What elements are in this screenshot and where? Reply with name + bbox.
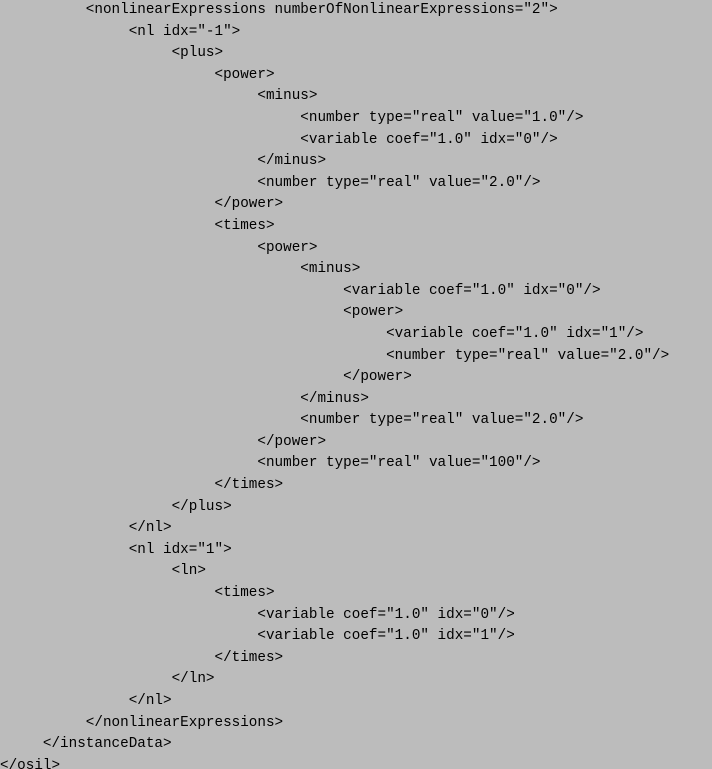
code-line: <number type="real" value="1.0"/>	[0, 110, 583, 126]
code-line: <nl idx="-1">	[0, 24, 240, 40]
code-line: </power>	[0, 434, 326, 450]
code-line: <variable coef="1.0" idx="1"/>	[0, 326, 643, 342]
code-line: </osil>	[0, 758, 60, 769]
code-line: <minus>	[0, 88, 317, 104]
code-line: </plus>	[0, 499, 232, 515]
code-line: </nl>	[0, 693, 172, 709]
code-line: </minus>	[0, 391, 369, 407]
code-line: </nl>	[0, 520, 172, 536]
code-line: </power>	[0, 369, 412, 385]
code-line: <power>	[0, 304, 403, 320]
code-line: <number type="real" value="2.0"/>	[0, 412, 583, 428]
code-line: </power>	[0, 196, 283, 212]
code-line: </times>	[0, 650, 283, 666]
code-line: </times>	[0, 477, 283, 493]
code-line: </nonlinearExpressions>	[0, 715, 283, 731]
code-line: <minus>	[0, 261, 360, 277]
code-line: <times>	[0, 218, 275, 234]
code-line: <times>	[0, 585, 275, 601]
code-line: <variable coef="1.0" idx="0"/>	[0, 132, 558, 148]
code-line: </ln>	[0, 671, 215, 687]
code-line: <variable coef="1.0" idx="1"/>	[0, 628, 515, 644]
code-line: </instanceData>	[0, 736, 172, 752]
code-line: <number type="real" value="100"/>	[0, 455, 541, 471]
code-line: <number type="real" value="2.0"/>	[0, 348, 669, 364]
code-line: <variable coef="1.0" idx="0"/>	[0, 607, 515, 623]
xml-code-block: <nonlinearExpressions numberOfNonlinearE…	[0, 0, 712, 769]
code-line: <ln>	[0, 563, 206, 579]
code-line: <power>	[0, 67, 275, 83]
code-line: </minus>	[0, 153, 326, 169]
code-line: <variable coef="1.0" idx="0"/>	[0, 283, 601, 299]
code-line: <plus>	[0, 45, 223, 61]
code-line: <nl idx="1">	[0, 542, 232, 558]
code-line: <nonlinearExpressions numberOfNonlinearE…	[0, 2, 558, 18]
code-line: <power>	[0, 240, 317, 256]
code-line: <number type="real" value="2.0"/>	[0, 175, 541, 191]
